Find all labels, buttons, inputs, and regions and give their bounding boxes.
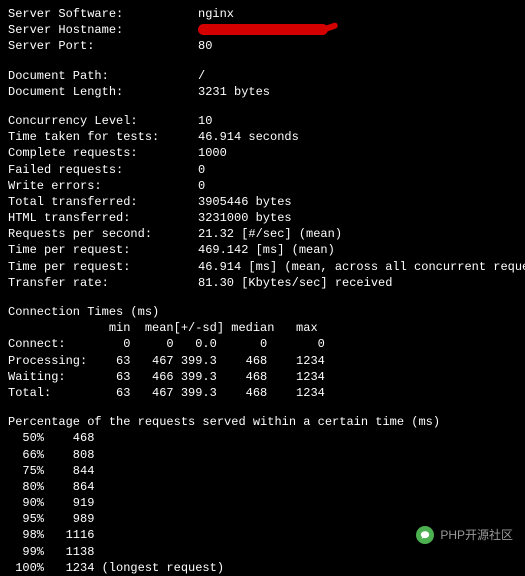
complete-requests-row: Complete requests:1000 (8, 145, 517, 161)
requests-per-second-label: Requests per second: (8, 226, 198, 242)
connection-total-row: Total: 63 467 399.3 468 1234 (8, 385, 517, 401)
time-per-request-1-row: Time per request:469.142 [ms] (mean) (8, 242, 517, 258)
watermark-text: PHP开源社区 (440, 527, 513, 543)
concurrency-row: Concurrency Level:10 (8, 113, 517, 129)
server-port-label: Server Port: (8, 38, 198, 54)
percentiles-title: Percentage of the requests served within… (8, 414, 517, 430)
total-transferred-row: Total transferred:3905446 bytes (8, 194, 517, 210)
failed-requests-value: 0 (198, 162, 205, 178)
percentile-row: 95% 989 (8, 511, 517, 527)
requests-per-second-value: 21.32 [#/sec] (mean) (198, 226, 342, 242)
percentile-row: 80% 864 (8, 479, 517, 495)
time-per-request-2-row: Time per request:46.914 [ms] (mean, acro… (8, 259, 517, 275)
percentile-row: 66% 808 (8, 447, 517, 463)
document-path-label: Document Path: (8, 68, 198, 84)
terminal-output: Server Software:nginx Server Hostname: S… (8, 6, 517, 576)
wechat-icon (416, 526, 434, 544)
failed-requests-label: Failed requests: (8, 162, 198, 178)
server-software-row: Server Software:nginx (8, 6, 517, 22)
document-length-value: 3231 bytes (198, 84, 270, 100)
server-software-value: nginx (198, 6, 234, 22)
document-path-value: / (198, 68, 205, 84)
connection-connect-row: Connect: 0 0 0.0 0 0 (8, 336, 517, 352)
total-transferred-label: Total transferred: (8, 194, 198, 210)
percentiles-list: 50% 468 66% 808 75% 844 80% 864 90% 919 … (8, 430, 517, 576)
connection-waiting-row: Waiting: 63 466 399.3 468 1234 (8, 369, 517, 385)
requests-per-second-row: Requests per second:21.32 [#/sec] (mean) (8, 226, 517, 242)
time-per-request-1-label: Time per request: (8, 242, 198, 258)
server-port-value: 80 (198, 38, 212, 54)
transfer-rate-label: Transfer rate: (8, 275, 198, 291)
concurrency-label: Concurrency Level: (8, 113, 198, 129)
html-transferred-value: 3231000 bytes (198, 210, 292, 226)
server-hostname-label: Server Hostname: (8, 22, 198, 38)
transfer-rate-row: Transfer rate:81.30 [Kbytes/sec] receive… (8, 275, 517, 291)
time-taken-value: 46.914 seconds (198, 129, 299, 145)
time-per-request-2-value: 46.914 [ms] (mean, across all concurrent… (198, 259, 525, 275)
html-transferred-label: HTML transferred: (8, 210, 198, 226)
percentile-row: 90% 919 (8, 495, 517, 511)
connection-times-title: Connection Times (ms) (8, 304, 517, 320)
server-software-label: Server Software: (8, 6, 198, 22)
document-path-row: Document Path:/ (8, 68, 517, 84)
complete-requests-label: Complete requests: (8, 145, 198, 161)
time-taken-label: Time taken for tests: (8, 129, 198, 145)
write-errors-label: Write errors: (8, 178, 198, 194)
percentile-row: 99% 1138 (8, 544, 517, 560)
write-errors-value: 0 (198, 178, 205, 194)
percentile-row: 50% 468 (8, 430, 517, 446)
watermark: PHP开源社区 (416, 526, 513, 544)
time-taken-row: Time taken for tests:46.914 seconds (8, 129, 517, 145)
transfer-rate-value: 81.30 [Kbytes/sec] received (198, 275, 392, 291)
time-per-request-2-label: Time per request: (8, 259, 198, 275)
concurrency-value: 10 (198, 113, 212, 129)
document-length-label: Document Length: (8, 84, 198, 100)
redacted-hostname (198, 24, 328, 35)
percentile-row: 100% 1234 (longest request) (8, 560, 517, 576)
document-length-row: Document Length:3231 bytes (8, 84, 517, 100)
failed-requests-row: Failed requests:0 (8, 162, 517, 178)
write-errors-row: Write errors:0 (8, 178, 517, 194)
time-per-request-1-value: 469.142 [ms] (mean) (198, 242, 335, 258)
connection-times-header: min mean[+/-sd] median max (8, 320, 517, 336)
connection-processing-row: Processing: 63 467 399.3 468 1234 (8, 353, 517, 369)
server-hostname-row: Server Hostname: (8, 22, 517, 38)
percentile-row: 75% 844 (8, 463, 517, 479)
server-port-row: Server Port:80 (8, 38, 517, 54)
total-transferred-value: 3905446 bytes (198, 194, 292, 210)
complete-requests-value: 1000 (198, 145, 227, 161)
html-transferred-row: HTML transferred:3231000 bytes (8, 210, 517, 226)
